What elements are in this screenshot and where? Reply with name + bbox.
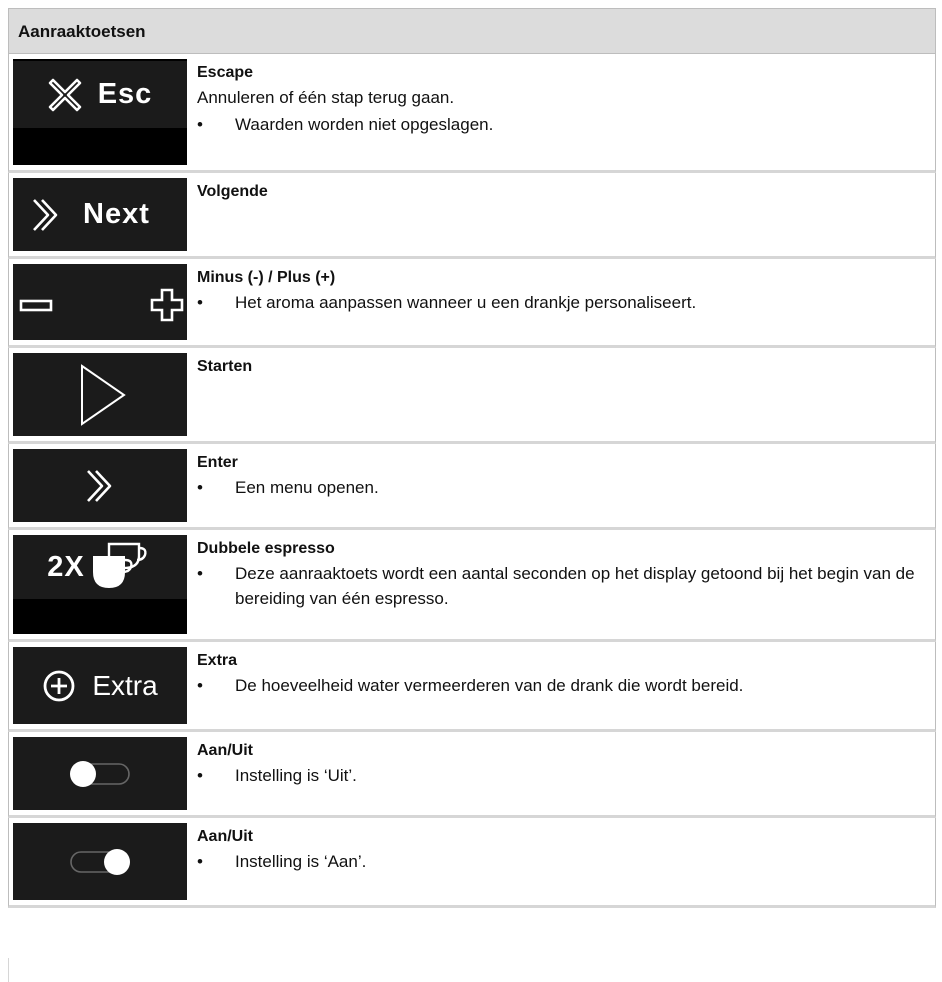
circle-plus-icon <box>43 670 75 701</box>
table-row-escape: Esc Escape Annuleren of één stap terug g… <box>8 54 936 173</box>
table-row-minus-plus: Minus (-) / Plus (+) Het aroma aanpassen… <box>8 259 936 348</box>
row-bullet: Waarden worden niet opgeslagen. <box>197 112 929 137</box>
extra-key-label: Extra <box>92 669 158 701</box>
minus-plus-key-image <box>13 264 187 340</box>
toggle-off-icon <box>70 760 130 787</box>
row-title: Minus (-) / Plus (+) <box>197 269 336 286</box>
key-image-cell: Esc <box>9 54 193 170</box>
row-title: Aan/Uit <box>197 742 253 759</box>
table-row-toggle-on: Aan/Uit Instelling is ‘Aan’. <box>8 818 936 908</box>
row-bullet: Een menu openen. <box>197 475 929 500</box>
row-title: Volgende <box>197 183 268 200</box>
table-header: Aanraaktoetsen <box>8 8 936 54</box>
row-title: Escape <box>197 64 254 81</box>
enter-chevron-icon <box>87 469 112 502</box>
row-text: Annuleren of één stap terug gaan. <box>197 88 455 107</box>
row-bullet: Het aroma aanpassen wanneer u een drankj… <box>197 290 929 315</box>
double-espresso-cups-icon <box>92 542 147 588</box>
next-chevron-icon <box>33 198 58 231</box>
extra-key-image: Extra <box>13 647 187 724</box>
page-edge-line <box>8 958 9 982</box>
row-bullet: Instelling is ‘Aan’. <box>197 849 929 874</box>
minus-icon <box>19 299 53 312</box>
toggle-on-icon <box>70 848 130 875</box>
table-row-next: Next Volgende <box>8 173 936 259</box>
table-row-double-espresso: 2X Dubbele espresso Deze aanraaktoets wo… <box>8 530 936 642</box>
enter-key-image <box>13 449 187 522</box>
double-espresso-key-image: 2X <box>13 535 187 634</box>
esc-key-image: Esc <box>13 59 187 165</box>
row-title: Dubbele espresso <box>197 540 335 557</box>
double-key-label: 2X <box>47 550 85 583</box>
next-key-label: Next <box>83 198 150 230</box>
toggle-on-key-image <box>13 823 187 900</box>
row-bullet: Instelling is ‘Uit’. <box>197 763 929 788</box>
table-row-enter: Enter Een menu openen. <box>8 444 936 530</box>
table-row-start: Starten <box>8 348 936 444</box>
play-triangle-icon <box>81 363 126 426</box>
plus-icon <box>150 288 184 322</box>
cross-icon <box>48 78 81 111</box>
row-title: Extra <box>197 652 238 669</box>
row-title: Aan/Uit <box>197 828 253 845</box>
row-bullet: Deze aanraaktoets wordt een aantal secon… <box>197 561 929 611</box>
esc-key-label: Esc <box>97 78 153 110</box>
row-title: Enter <box>197 454 238 471</box>
toggle-off-key-image <box>13 737 187 810</box>
table-row-toggle-off: Aan/Uit Instelling is ‘Uit’. <box>8 732 936 818</box>
table-row-extra: Extra Extra De hoeveelheid water vermeer… <box>8 642 936 732</box>
start-key-image <box>13 353 187 436</box>
next-key-image: Next <box>13 178 187 251</box>
touch-keys-table: Aanraaktoetsen Esc Escape Annuleren of é… <box>8 8 936 908</box>
row-title: Starten <box>197 358 253 375</box>
row-bullet: De hoeveelheid water vermeerderen van de… <box>197 673 929 698</box>
